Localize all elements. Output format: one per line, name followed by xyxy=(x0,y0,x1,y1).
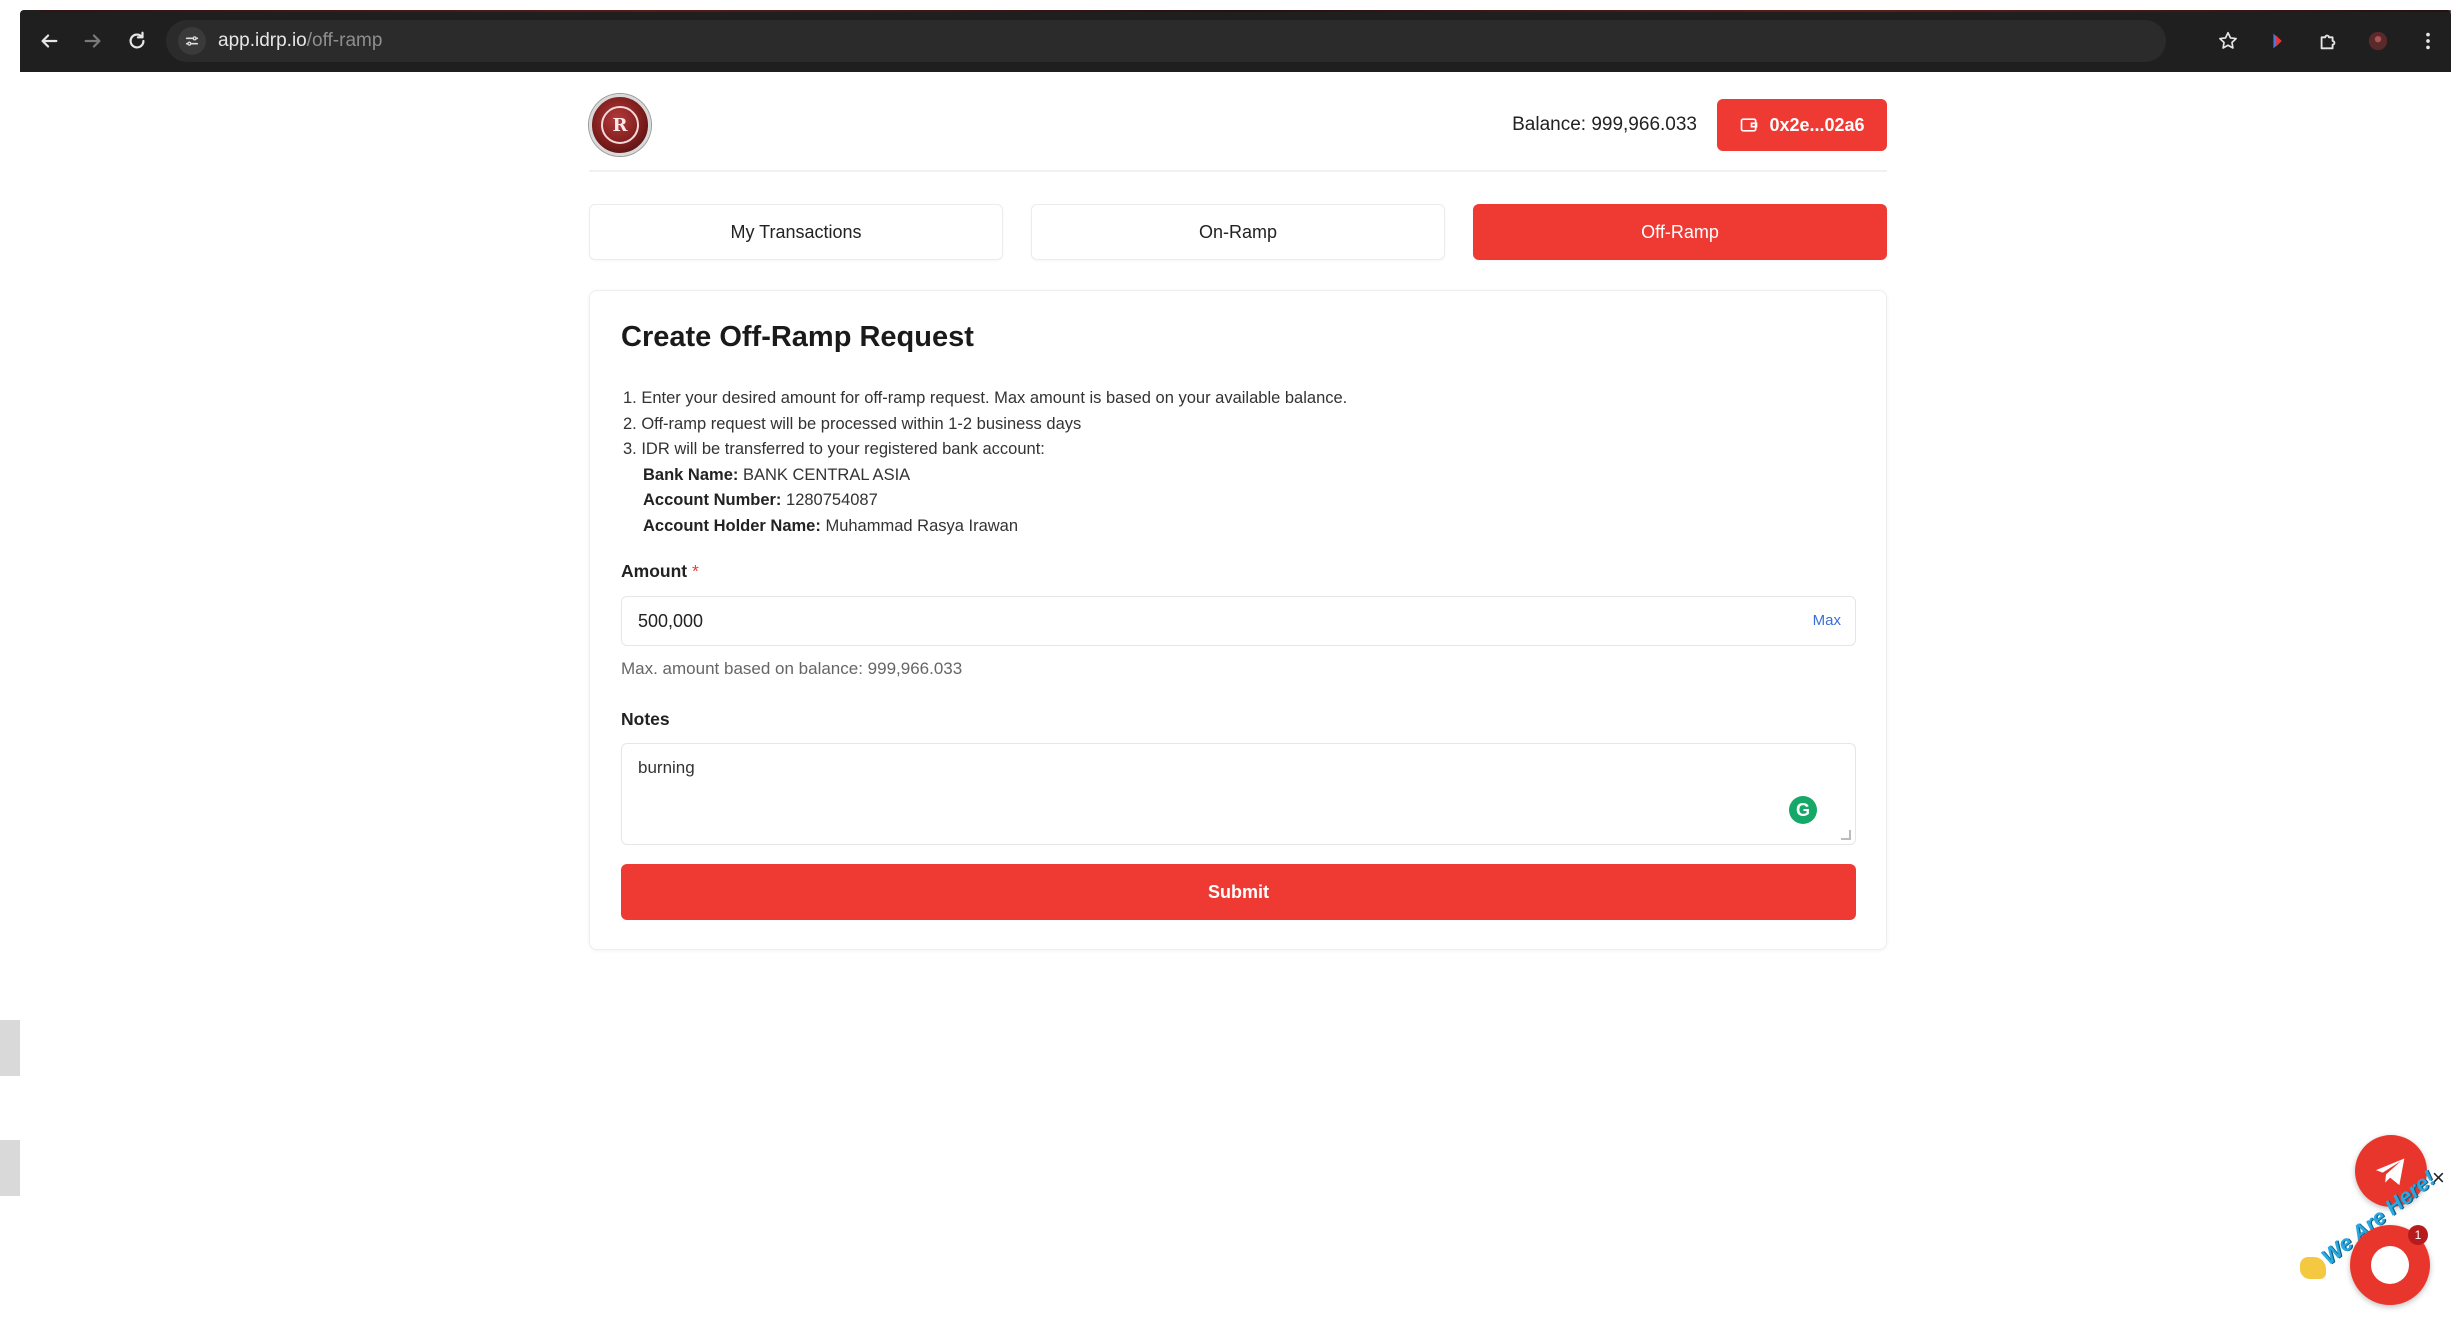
app-header: R Balance: 999,966.033 0x2e...02a6 xyxy=(589,80,1887,172)
forward-arrow-icon xyxy=(84,34,101,48)
wallet-icon xyxy=(1741,118,1758,132)
extension-icon[interactable] xyxy=(2265,28,2291,54)
chat-icon xyxy=(2371,1246,2409,1284)
bank-name-label: Bank Name: xyxy=(643,465,739,484)
bank-name-row: Bank Name: BANK CENTRAL ASIA xyxy=(623,463,1347,489)
notes-textarea[interactable]: burning G xyxy=(621,743,1856,845)
off-ramp-form-card: Create Off-Ramp Request 1. Enter your de… xyxy=(589,290,1887,950)
notification-badge: 1 xyxy=(2408,1225,2428,1245)
resize-handle[interactable] xyxy=(1841,830,1851,840)
instruction-item: 2. Off-ramp request will be processed wi… xyxy=(623,414,1082,433)
reload-icon xyxy=(129,31,145,49)
support-widget: × We Are Here! 1 xyxy=(2300,1125,2451,1310)
forward-button[interactable] xyxy=(78,26,108,56)
background-decoration xyxy=(0,1020,20,1076)
account-number-label: Account Number: xyxy=(643,491,782,509)
notes-value: burning xyxy=(638,758,695,777)
app-logo[interactable]: R xyxy=(589,94,651,156)
url-text: app.idrp.io/off-ramp xyxy=(218,30,382,52)
more-icon[interactable] xyxy=(2415,28,2441,54)
account-number-value: 1280754087 xyxy=(786,491,878,509)
amount-input[interactable]: 500,000 Max xyxy=(621,596,1856,646)
amount-hint: Max. amount based on balance: 999,966.03… xyxy=(621,659,963,678)
star-icon[interactable] xyxy=(2215,28,2241,54)
header-right: Balance: 999,966.033 0x2e...02a6 xyxy=(1512,99,1887,151)
url-host: app.idrp.io xyxy=(218,30,307,51)
url-path: /off-ramp xyxy=(306,30,383,51)
site-settings-icon[interactable] xyxy=(178,27,206,55)
window-edge xyxy=(40,10,2451,12)
puzzle-icon[interactable] xyxy=(2315,28,2341,54)
tab-on-ramp[interactable]: On-Ramp xyxy=(1031,204,1445,260)
page-title: Create Off-Ramp Request xyxy=(621,321,974,353)
back-arrow-icon xyxy=(41,34,58,48)
account-holder-row: Account Holder Name: Muhammad Rasya Iraw… xyxy=(623,514,1347,540)
profile-icon[interactable] xyxy=(2365,28,2391,54)
address-bar[interactable]: app.idrp.io/off-ramp xyxy=(166,20,2166,62)
instruction-item: 1. Enter your desired amount for off-ram… xyxy=(623,389,1348,407)
max-button[interactable]: Max xyxy=(1813,612,1841,629)
back-button[interactable] xyxy=(34,26,64,56)
background-decoration xyxy=(0,390,20,650)
waving-hand-icon xyxy=(2300,1257,2326,1279)
tab-my-transactions[interactable]: My Transactions xyxy=(589,204,1003,260)
instruction-item: 3. IDR will be transferred to your regis… xyxy=(623,440,1045,458)
tab-bar: My Transactions On-Ramp Off-Ramp xyxy=(589,204,1887,260)
account-number-row: Account Number: 1280754087 xyxy=(623,488,1347,514)
notes-label: Notes xyxy=(621,709,670,729)
wallet-button[interactable]: 0x2e...02a6 xyxy=(1717,99,1887,151)
account-holder-label: Account Holder Name: xyxy=(643,516,821,535)
background-decoration xyxy=(0,1140,20,1196)
amount-value: 500,000 xyxy=(638,610,704,631)
account-holder-value: Muhammad Rasya Irawan xyxy=(825,516,1019,535)
instructions-list: 1. Enter your desired amount for off-ram… xyxy=(623,386,1347,539)
browser-toolbar: app.idrp.io/off-ramp xyxy=(20,10,2451,72)
required-mark: * xyxy=(691,561,699,581)
tab-off-ramp[interactable]: Off-Ramp xyxy=(1473,204,1887,260)
balance-display: Balance: 999,966.033 xyxy=(1512,114,1697,135)
grammarly-icon[interactable]: G xyxy=(1789,796,1817,824)
bank-name-value: BANK CENTRAL ASIA xyxy=(742,465,911,484)
amount-label-text: Amount xyxy=(621,561,688,581)
amount-label: Amount * xyxy=(621,561,699,582)
wallet-address: 0x2e...02a6 xyxy=(1769,114,1865,135)
submit-button[interactable]: Submit xyxy=(621,864,1856,920)
reload-button[interactable] xyxy=(122,26,152,56)
browser-actions xyxy=(2215,10,2441,72)
logo-mark: R xyxy=(601,106,639,144)
